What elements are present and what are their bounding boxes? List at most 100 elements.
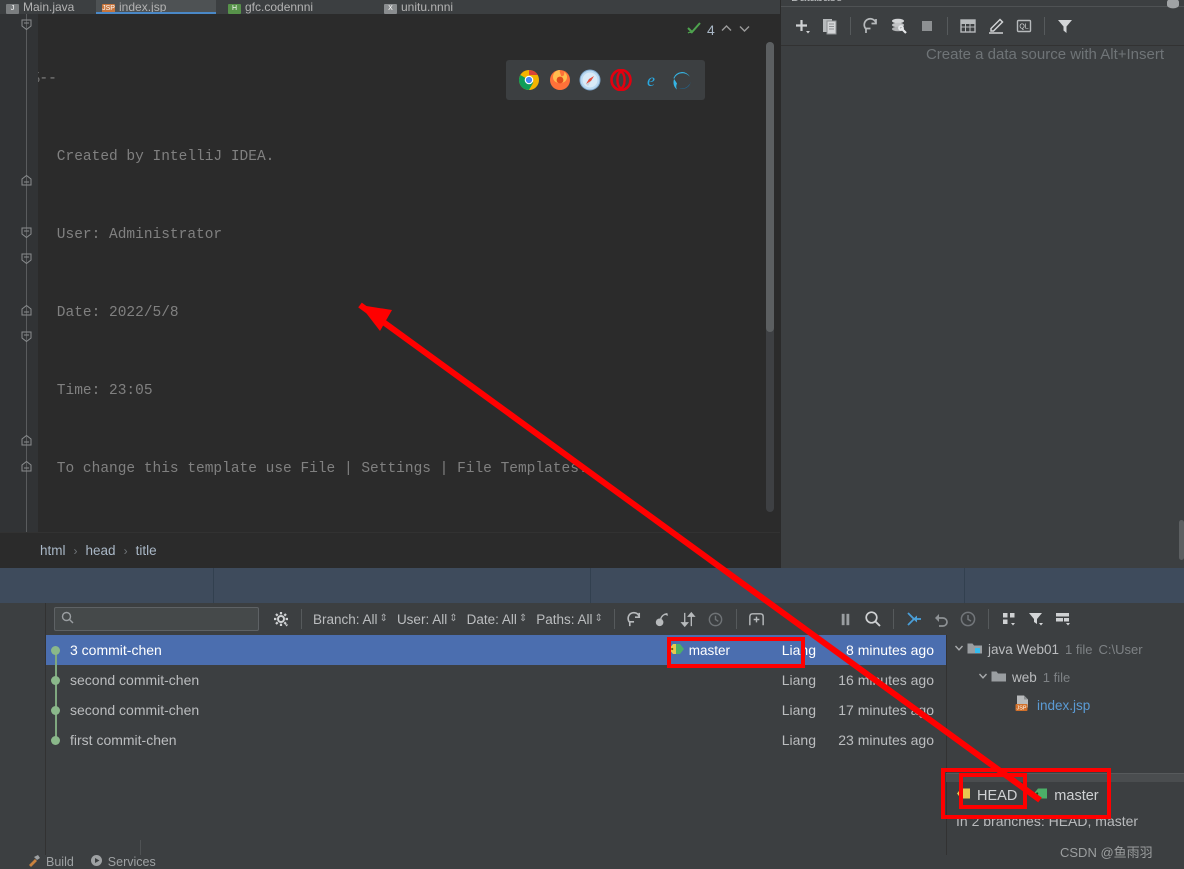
toolbar-separator <box>987 609 989 629</box>
table-row[interactable]: second commit-chen Liang 17 minutes ago <box>46 695 946 725</box>
breadcrumb-item-html[interactable]: html <box>40 543 66 558</box>
new-tab-button[interactable] <box>744 606 770 632</box>
ql-console-icon[interactable]: QL <box>1011 13 1037 39</box>
commit-author: Liang <box>781 702 816 718</box>
filter-date-label: Date: All <box>466 611 517 627</box>
chevron-down-icon[interactable] <box>975 671 991 684</box>
breadcrumb-item-title[interactable]: title <box>136 543 157 558</box>
breadcrumb[interactable]: html › head › title <box>0 532 780 568</box>
filter-branch-label: Branch: All <box>313 611 378 627</box>
undo-arrow-icon[interactable] <box>928 606 954 632</box>
services-tab[interactable]: Services <box>90 855 156 869</box>
module-name: java Web01 <box>988 641 1060 657</box>
commit-subject: second commit-chen <box>70 672 200 688</box>
editor-scrollbar[interactable] <box>766 42 774 512</box>
stop-button[interactable] <box>914 13 940 39</box>
inspections-widget[interactable]: 4 <box>686 20 751 39</box>
chevron-up-icon[interactable] <box>720 22 733 38</box>
spinner-arrows-icon: ⇕ <box>449 613 458 624</box>
filter-paths-label: Paths: All <box>536 611 593 627</box>
green-check-icon <box>686 20 702 39</box>
pause-button[interactable] <box>833 606 859 632</box>
datasource-properties-button[interactable] <box>886 13 912 39</box>
code-fold-end-icon[interactable] <box>21 435 32 446</box>
refs-list: HEAD master <box>956 787 1099 804</box>
search-input[interactable] <box>54 607 259 631</box>
band-divider <box>590 568 591 603</box>
ref-head[interactable]: HEAD <box>956 787 1017 804</box>
firefox-icon[interactable] <box>549 69 571 91</box>
list-item[interactable]: JSP index.jsp <box>947 691 1184 719</box>
chevron-down-icon[interactable] <box>951 643 967 656</box>
duplicate-button[interactable] <box>817 13 843 39</box>
commit-subject: 3 commit-chen <box>70 642 162 658</box>
inspection-count: 4 <box>707 21 715 38</box>
commit-author: Liang <box>781 732 816 748</box>
clock-icon[interactable] <box>955 606 981 632</box>
add-datasource-button[interactable] <box>789 13 815 39</box>
gear-icon[interactable] <box>268 606 294 632</box>
list-layout-icon[interactable] <box>1050 606 1076 632</box>
browser-launcher-popup[interactable]: e <box>506 60 705 100</box>
code-line: Date: 2022/5/8 <box>22 305 179 321</box>
table-row[interactable]: first commit-chen Liang 23 minutes ago <box>46 725 946 755</box>
code-fold-end-icon[interactable] <box>21 305 32 316</box>
code-fold-end-icon[interactable] <box>21 175 32 186</box>
table-row[interactable]: 3 commit-chen master Liang 8 minutes ago <box>46 635 946 665</box>
cherry-pick-button[interactable] <box>649 606 675 632</box>
editor-gutter[interactable] <box>0 14 38 532</box>
editor-tab-main-java[interactable]: J Main.java <box>0 0 96 14</box>
funnel-icon[interactable] <box>1023 606 1049 632</box>
safari-icon[interactable] <box>579 69 601 91</box>
commit-list[interactable]: 3 commit-chen master Liang 8 minutes ago… <box>46 635 946 855</box>
filter-button[interactable] <box>1052 13 1078 39</box>
refresh-button[interactable] <box>858 13 884 39</box>
breadcrumb-item-head[interactable]: head <box>86 543 116 558</box>
database-scrollbar-thumb[interactable] <box>1179 520 1184 560</box>
list-item[interactable]: java Web01 1 file C:\User <box>947 635 1184 663</box>
editor-tab-unitu-xml[interactable]: X unitu.nnni <box>378 0 518 14</box>
code-fold-collapse-icon[interactable] <box>21 19 32 30</box>
filter-branch[interactable]: Branch: All ⇕ <box>309 612 392 627</box>
ref-master[interactable]: master <box>1033 787 1099 804</box>
code-fold-collapse-icon[interactable] <box>21 253 32 264</box>
filter-date[interactable]: Date: All ⇕ <box>463 612 532 627</box>
services-icon <box>90 855 103 869</box>
editor-scrollbar-thumb[interactable] <box>766 42 774 332</box>
java-file-icon: J <box>6 4 19 14</box>
code-fold-end-icon[interactable] <box>21 461 32 472</box>
refs-panel-header <box>946 773 1184 782</box>
opera-icon[interactable] <box>609 68 632 92</box>
edge-icon[interactable] <box>671 69 693 91</box>
xml-file-icon: X <box>384 4 397 14</box>
table-editor-button[interactable] <box>955 13 981 39</box>
list-item[interactable]: web 1 file <box>947 663 1184 691</box>
svg-text:QL: QL <box>1019 24 1028 31</box>
revert-clock-icon[interactable] <box>703 606 729 632</box>
toolbar-separator <box>301 609 302 629</box>
table-row[interactable]: second commit-chen Liang 16 minutes ago <box>46 665 946 695</box>
refresh-log-button[interactable] <box>622 606 648 632</box>
filter-paths[interactable]: Paths: All ⇕ <box>532 612 607 627</box>
commit-author: Liang <box>781 642 816 658</box>
four-squares-icon[interactable] <box>996 606 1022 632</box>
sort-arrows-icon[interactable] <box>676 606 702 632</box>
collapse-arrows-icon[interactable] <box>901 606 927 632</box>
commit-branch-label[interactable]: master <box>668 642 730 659</box>
commit-subject: second commit-chen <box>70 702 200 718</box>
internet-explorer-icon[interactable]: e <box>640 69 662 91</box>
folder-icon <box>991 669 1007 686</box>
build-tab[interactable]: Build <box>28 855 74 869</box>
modify-button[interactable] <box>983 13 1009 39</box>
indent-guide <box>26 14 27 532</box>
branch-tag-icon <box>956 787 972 804</box>
tool-window-options-icon[interactable] <box>1164 0 1182 14</box>
editor-tab-gfc-html[interactable]: H gfc.codennni <box>222 0 372 14</box>
filter-user[interactable]: User: All ⇕ <box>393 612 462 627</box>
chevron-down-icon[interactable] <box>738 22 751 38</box>
find-button[interactable] <box>860 606 886 632</box>
code-fold-collapse-icon[interactable] <box>21 227 32 238</box>
code-fold-collapse-icon[interactable] <box>21 331 32 342</box>
chrome-icon[interactable] <box>518 69 540 91</box>
git-log-left-strip <box>0 603 46 855</box>
